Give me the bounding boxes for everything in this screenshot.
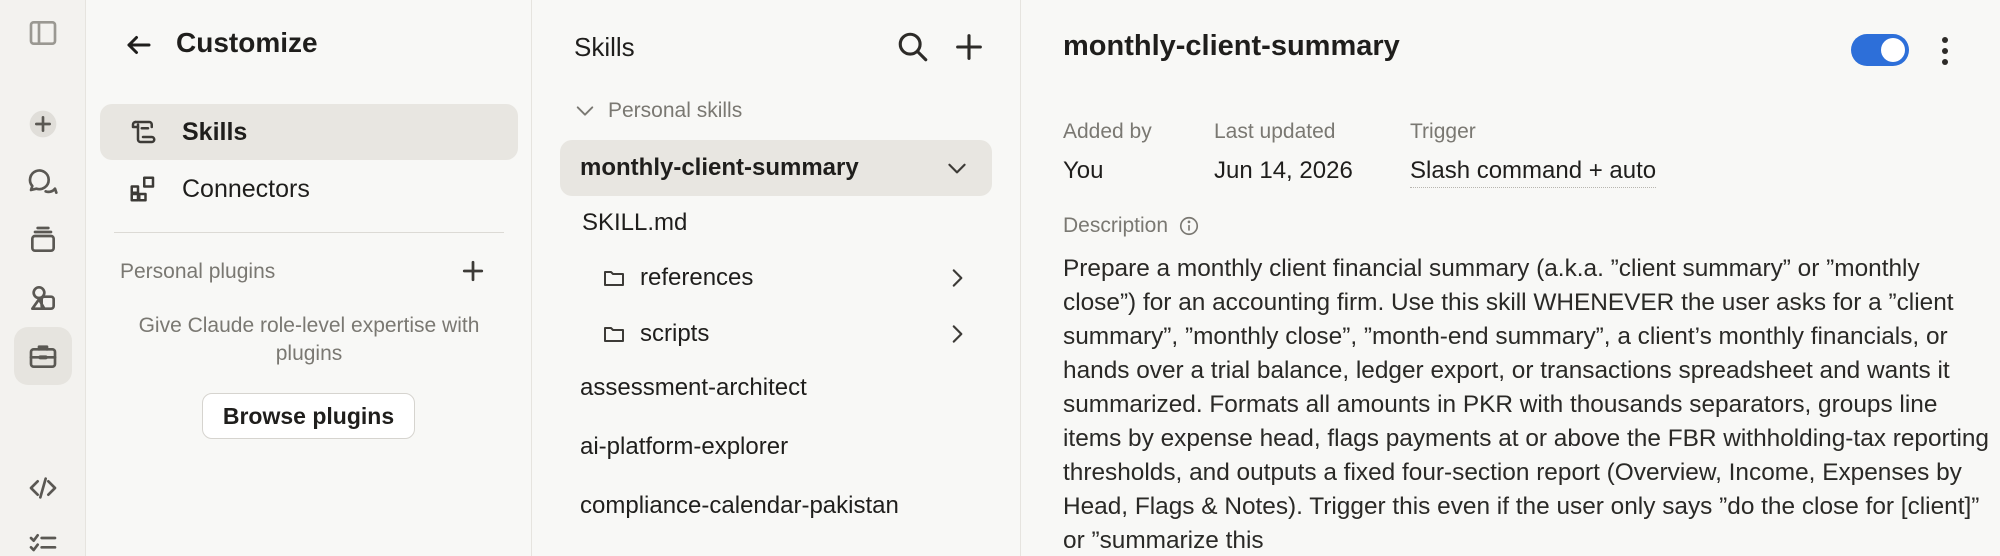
trigger-value[interactable]: Slash command + auto [1410,157,1657,188]
more-options-icon[interactable] [1933,34,1957,68]
folder-icon [604,327,624,342]
nav-item-skills[interactable]: Skills [100,104,518,160]
skill-enabled-toggle[interactable] [1851,34,1909,66]
folder-item-references[interactable]: references [560,253,992,303]
description-label: Description [1063,214,1200,238]
skill-item[interactable]: ai-platform-explorer [560,422,992,472]
skill-name: assessment-architect [580,374,807,401]
skill-detail-panel: monthly-client-summary Added by You Last… [1021,0,2000,556]
nav-item-label: Connectors [182,174,310,203]
info-icon[interactable] [1178,215,1200,237]
folder-icon [604,271,624,286]
skill-item[interactable]: assessment-architect [560,363,992,413]
chevron-right-icon[interactable] [944,265,970,298]
skill-name: ai-platform-explorer [580,433,789,460]
artifacts-icon[interactable] [14,269,72,327]
projects-icon[interactable] [14,211,72,269]
skills-panel: Skills Personal skills monthly-client-su… [532,0,1021,556]
last-updated-value: Jun 14, 2026 [1214,157,1353,184]
description-label-text: Description [1063,214,1169,237]
added-by-label: Added by [1063,120,1152,143]
browse-plugins-button[interactable]: Browse plugins [202,393,415,439]
customize-icon[interactable] [14,327,72,385]
trigger-label: Trigger [1410,120,1476,143]
customize-panel: Customize Skills Connectors Personal plu… [86,0,532,556]
folder-item-scripts[interactable]: scripts [560,309,992,359]
skills-header: Skills [574,32,635,62]
skill-item-selected[interactable]: monthly-client-summary [560,140,992,196]
chats-icon[interactable] [14,153,72,211]
plugins-empty-text: Give Claude role-level expertise with pl… [138,314,480,365]
last-updated-label: Last updated [1214,120,1336,143]
skill-title: monthly-client-summary [1063,30,1400,62]
divider [114,232,504,233]
connectors-icon [130,176,155,202]
folder-label: scripts [640,320,710,347]
nav-item-label: Skills [182,117,248,146]
toggle-knob [1881,38,1905,62]
new-chat-icon[interactable] [14,95,72,153]
search-icon[interactable] [896,30,930,64]
folder-label: references [640,264,754,291]
code-icon[interactable] [14,459,72,517]
skill-name: monthly-client-summary [580,154,859,181]
page-title: Customize [176,27,318,58]
skill-name: compliance-calendar-pakistan [580,492,899,519]
group-label: Personal skills [608,99,743,122]
file-label: SKILL.md [582,209,688,236]
add-skill-icon[interactable] [952,30,986,64]
nav-item-connectors[interactable]: Connectors [100,161,518,217]
personal-skills-group[interactable]: Personal skills [574,99,742,123]
back-arrow-icon[interactable] [120,26,158,64]
chevron-down-icon [576,106,594,116]
chevron-down-icon[interactable] [944,155,970,188]
skills-icon [131,120,156,144]
chevron-right-icon[interactable] [944,321,970,354]
add-plugin-icon[interactable] [458,256,488,286]
personal-plugins-label: Personal plugins [120,260,276,283]
tasks-icon[interactable] [14,517,72,556]
skill-item[interactable]: compliance-calendar-pakistan [560,481,992,531]
icon-rail [0,0,86,556]
added-by-value: You [1063,157,1104,184]
file-item-skill-md[interactable]: SKILL.md [560,198,992,248]
sidebar-toggle-icon[interactable] [14,4,72,62]
description-text: Prepare a monthly client financial summa… [1063,255,1989,554]
